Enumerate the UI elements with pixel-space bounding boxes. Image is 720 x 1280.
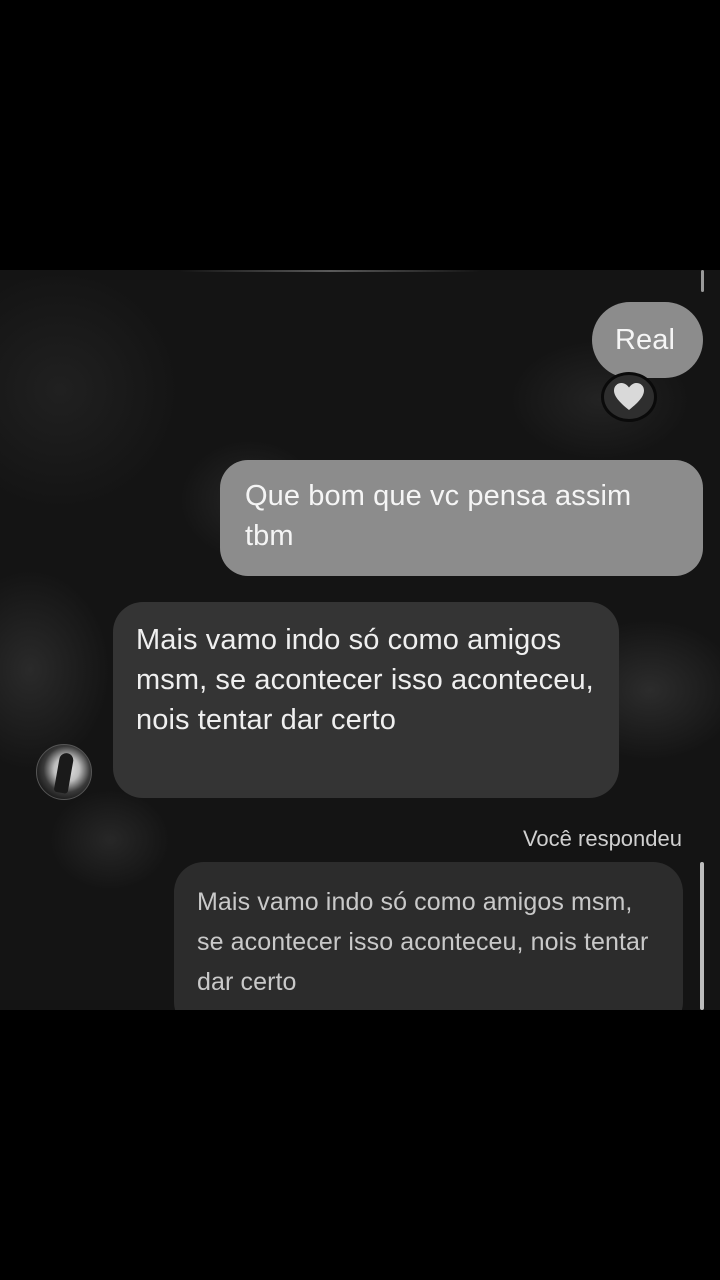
- heart-icon: [614, 383, 644, 410]
- contact-avatar[interactable]: [36, 744, 92, 800]
- message-bubble-sent[interactable]: Real: [592, 302, 703, 378]
- quoted-text: Mais vamo indo só como amigos msm, se ac…: [197, 888, 649, 996]
- reply-label: Você respondeu: [522, 826, 682, 851]
- message-text: Real: [615, 324, 676, 356]
- top-divider: [180, 270, 480, 272]
- message-text: Que bom que vc pensa assim tbm: [245, 480, 632, 552]
- message-bubble-sent[interactable]: Que bom que vc pensa assim tbm: [220, 460, 703, 576]
- quoted-reply-bubble[interactable]: Mais vamo indo só como amigos msm, se ac…: [174, 862, 683, 1010]
- scroll-indicator[interactable]: [701, 270, 704, 292]
- reply-indicator-bar: [700, 862, 704, 1010]
- message-text: Mais vamo indo só como amigos msm, se ac…: [136, 624, 594, 736]
- reaction-badge[interactable]: [601, 372, 657, 422]
- chat-screen: Real Que bom que vc pensa assim tbm Mais…: [0, 270, 720, 1010]
- message-bubble-received[interactable]: Mais vamo indo só como amigos msm, se ac…: [113, 602, 619, 798]
